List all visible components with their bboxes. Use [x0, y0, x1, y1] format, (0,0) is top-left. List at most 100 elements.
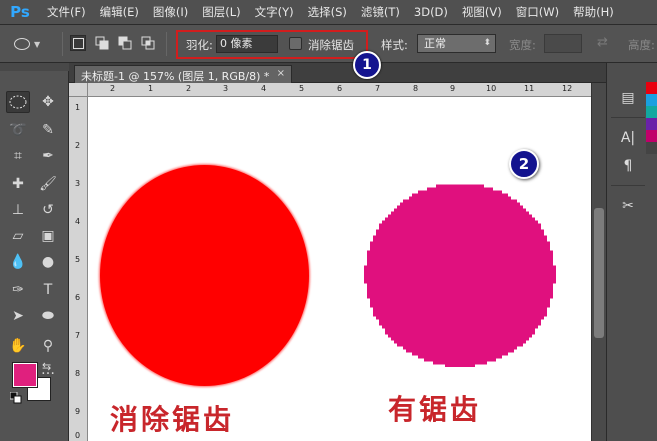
ruler-tick: 7 [75, 331, 81, 340]
lasso-icon: ➰ [9, 122, 27, 138]
elliptical-marquee-tool[interactable] [6, 91, 30, 113]
character-panel-icon[interactable]: A| [615, 127, 641, 149]
menu-window[interactable]: 窗口(W) [509, 4, 566, 20]
add-selection-icon [95, 36, 109, 50]
panel-grip[interactable] [0, 63, 69, 71]
crop-tool[interactable]: ⌗ [6, 145, 30, 167]
swatch[interactable] [646, 82, 657, 94]
swatches-panel [646, 82, 657, 182]
ruler-tick: 11 [524, 84, 535, 93]
type-icon: T [43, 282, 53, 298]
subtract-from-selection-button[interactable] [117, 35, 133, 51]
antialias-checkbox[interactable] [289, 37, 302, 50]
ellipse-marquee-icon [9, 95, 27, 109]
bandage-icon: ✚ [12, 176, 24, 192]
brush-tool[interactable]: 🖌 [36, 173, 60, 195]
zoom-icon: ⚲ [42, 338, 54, 354]
ruler-tick: 10 [486, 84, 497, 93]
ruler-tick: 3 [75, 179, 81, 188]
path-selection-tool[interactable]: ➤ [6, 305, 30, 327]
tool-preset-picker[interactable]: ▼ [14, 33, 58, 55]
divider [166, 32, 167, 56]
menu-help[interactable]: 帮助(H) [566, 4, 621, 20]
ruler-tick: 8 [75, 369, 81, 378]
paragraph-panel-icon[interactable]: ¶ [615, 155, 641, 177]
ruler-tick: 2 [186, 84, 192, 93]
menu-image[interactable]: 图像(I) [146, 4, 195, 20]
ruler-tick: 5 [299, 84, 305, 93]
ellipse-shape-tool[interactable]: ⬬ [36, 305, 60, 327]
annotation-badge-1: 1 [353, 51, 381, 79]
default-colors-icon[interactable] [10, 392, 22, 404]
style-select[interactable]: 正常 ⬍ [417, 34, 496, 53]
dodge-tool[interactable]: ● [36, 251, 60, 273]
menu-select[interactable]: 选择(S) [301, 4, 354, 20]
hand-tool[interactable]: ✋ [6, 335, 30, 357]
hand-icon: ✋ [9, 338, 27, 354]
stamp-icon: ⊥ [11, 202, 25, 218]
foreground-color-swatch[interactable] [12, 362, 38, 388]
zoom-tool[interactable]: ⚲ [36, 335, 60, 357]
feather-input[interactable]: 0 像素 [216, 35, 278, 53]
history-brush-tool[interactable]: ↺ [36, 199, 60, 221]
blur-tool[interactable]: 💧 [6, 251, 30, 273]
pen-icon: ✑ [12, 282, 24, 298]
move-tool[interactable]: ✥ [36, 91, 60, 113]
ruler-tick: 9 [450, 84, 456, 93]
ruler-tick: 4 [261, 84, 267, 93]
horizontal-ruler[interactable]: 2 1 2 3 4 5 6 7 8 9 10 11 12 [88, 83, 591, 97]
swatch[interactable] [646, 130, 657, 142]
add-to-selection-button[interactable] [94, 35, 110, 51]
intersect-selection-button[interactable] [140, 35, 156, 51]
menu-filter[interactable]: 滤镜(T) [354, 4, 407, 20]
menu-3d[interactable]: 3D(D) [407, 5, 455, 19]
options-bar: ▼ 羽化: 0 像素 消除锯齿 样式: 正常 ⬍ 宽度: ⇄ 高度: [0, 25, 657, 63]
pen-tool[interactable]: ✑ [6, 279, 30, 301]
eraser-tool[interactable]: ▱ [6, 225, 30, 247]
clone-stamp-tool[interactable]: ⊥ [6, 199, 30, 221]
quick-selection-icon: ✎ [42, 122, 54, 138]
new-selection-button[interactable] [70, 35, 86, 51]
style-select-value: 正常 [424, 37, 446, 50]
swap-width-height-icon[interactable]: ⇄ [597, 35, 608, 50]
swatch[interactable] [646, 142, 657, 154]
history-panel-icon[interactable]: ▤ [615, 87, 641, 109]
ruler-tick: 2 [75, 141, 81, 150]
document-tab-bar: 未标题-1 @ 157% (图层 1, RGB/8) * × [69, 63, 606, 83]
swap-colors-icon[interactable]: ⇆ [42, 360, 51, 373]
ruler-corner[interactable] [69, 83, 88, 97]
style-label: 样式: [381, 38, 408, 52]
jagged-circle [364, 181, 556, 367]
ruler-tick: 3 [223, 84, 229, 93]
tool-presets-icon[interactable]: ✂ [615, 195, 641, 217]
menu-bar: Ps 文件(F) 编辑(E) 图像(I) 图层(L) 文字(Y) 选择(S) 滤… [0, 0, 657, 25]
width-label: 宽度: [509, 38, 536, 52]
ruler-tick: 1 [75, 103, 81, 112]
lasso-tool[interactable]: ➰ [6, 119, 30, 141]
gradient-tool[interactable]: ▣ [36, 225, 60, 247]
swatch[interactable] [646, 94, 657, 106]
scrollbar-thumb[interactable] [594, 208, 604, 338]
ruler-tick: 2 [110, 84, 116, 93]
menu-view[interactable]: 视图(V) [455, 4, 509, 20]
menu-type[interactable]: 文字(Y) [248, 4, 301, 20]
vertical-scrollbar[interactable] [591, 83, 606, 441]
elliptical-marquee-icon [14, 38, 30, 50]
menu-edit[interactable]: 编辑(E) [93, 4, 146, 20]
type-tool[interactable]: T [36, 279, 60, 301]
width-input[interactable] [544, 34, 582, 53]
menu-file[interactable]: 文件(F) [40, 4, 93, 20]
eyedropper-tool[interactable]: ✒ [36, 145, 60, 167]
vertical-ruler[interactable]: 1 2 3 4 5 6 7 8 9 0 [69, 97, 88, 441]
ruler-tick: 8 [413, 84, 419, 93]
menu-layer[interactable]: 图层(L) [195, 4, 247, 20]
swatch[interactable] [646, 106, 657, 118]
swatch[interactable] [646, 118, 657, 130]
close-icon[interactable]: × [277, 68, 285, 81]
quick-selection-tool[interactable]: ✎ [36, 119, 60, 141]
healing-brush-tool[interactable]: ✚ [6, 173, 30, 195]
document-tab[interactable]: 未标题-1 @ 157% (图层 1, RGB/8) * × [74, 65, 292, 83]
antialiased-circle [100, 165, 309, 386]
eraser-icon: ▱ [12, 228, 24, 244]
chevron-down-icon: ▼ [34, 39, 41, 49]
